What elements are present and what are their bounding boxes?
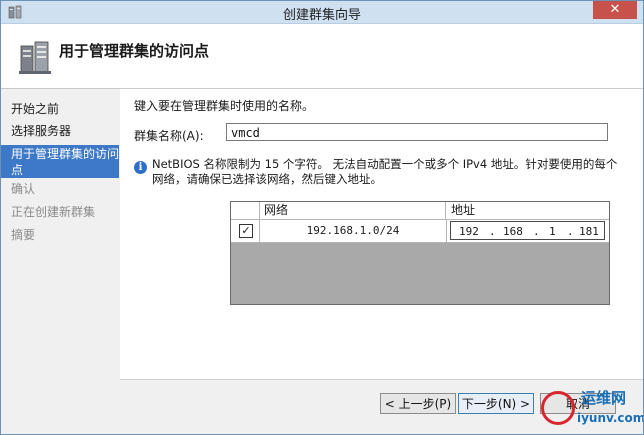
- ip-dot: .: [489, 225, 496, 238]
- ip-octet-1[interactable]: 192: [459, 222, 479, 241]
- info-message: NetBIOS 名称限制为 15 个字符。 无法自动配置一个或多个 IPv4 地…: [152, 157, 618, 186]
- title-bar[interactable]: 创建群集向导 ✕: [1, 1, 643, 24]
- network-address-grid: 网络 地址 ✓ 192.168.1.0/24 192 . 168 . 1 . 1…: [230, 201, 610, 305]
- table-row: ✓ 192.168.1.0/24 192 . 168 . 1 . 181: [231, 220, 609, 243]
- close-button[interactable]: ✕: [593, 1, 637, 19]
- nav-item-access-point-label-line2: 点: [11, 163, 24, 177]
- nav-item-select-servers[interactable]: 选择服务器: [1, 123, 119, 139]
- watermark-url: iyunv.com: [577, 411, 644, 425]
- select-cell: ✓: [231, 220, 260, 242]
- ip-octet-4[interactable]: 181: [579, 222, 599, 241]
- previous-button[interactable]: < 上一步(P): [380, 393, 456, 414]
- nav-item-creating-cluster: 正在创建新群集: [11, 205, 96, 219]
- network-cell: 192.168.1.0/24: [260, 220, 447, 242]
- nav-item-access-point[interactable]: 用于管理群集的访问 点: [1, 145, 119, 178]
- nav-item-confirmation: 确认: [11, 182, 36, 196]
- cluster-name-input[interactable]: vmcd: [226, 123, 608, 141]
- ip-dot: .: [533, 225, 540, 238]
- network-checkbox[interactable]: ✓: [239, 224, 253, 238]
- nav-item-summary: 摘要: [11, 228, 36, 242]
- cluster-server-icon: [19, 41, 51, 74]
- ip-address-input[interactable]: 192 . 168 . 1 . 181: [450, 221, 605, 240]
- close-icon: ✕: [609, 2, 621, 17]
- wizard-content: 键入要在管理群集时使用的名称。 群集名称(A): vmcd i NetBIOS …: [120, 89, 643, 379]
- cluster-name-label: 群集名称(A):: [134, 129, 204, 143]
- watermark-logo-icon: [541, 391, 575, 425]
- wizard-steps-nav: 开始之前 选择服务器 用于管理群集的访问 点 确认 正在创建新群集 摘要: [1, 89, 119, 434]
- wizard-header: 用于管理群集的访问点: [1, 24, 643, 89]
- network-column-header[interactable]: 网络: [260, 202, 446, 219]
- select-column-header: [231, 202, 260, 219]
- next-button[interactable]: 下一步(N) >: [458, 393, 534, 414]
- window-title: 创建群集向导: [282, 8, 361, 23]
- ip-dot: .: [567, 225, 574, 238]
- checkmark-icon: ✓: [241, 224, 251, 237]
- instruction-text: 键入要在管理群集时使用的名称。: [134, 99, 315, 113]
- grid-header-row: 网络 地址: [231, 202, 609, 220]
- ip-octet-2[interactable]: 168: [503, 222, 523, 241]
- nav-item-before-you-begin[interactable]: 开始之前: [1, 101, 119, 117]
- info-icon: i: [134, 161, 147, 174]
- address-column-header[interactable]: 地址: [447, 202, 607, 219]
- site-watermark: 运维网 iyunv.com: [541, 381, 644, 431]
- nav-item-access-point-label: 用于管理群集的访问: [11, 147, 120, 161]
- wizard-window: 创建群集向导 ✕ 用于管理群集的访问点 开始之前 选择服务器 用于管理群集的访问…: [0, 0, 644, 435]
- watermark-text: 运维网: [581, 389, 627, 407]
- page-title: 用于管理群集的访问点: [59, 42, 210, 60]
- ip-octet-3[interactable]: 1: [549, 222, 556, 241]
